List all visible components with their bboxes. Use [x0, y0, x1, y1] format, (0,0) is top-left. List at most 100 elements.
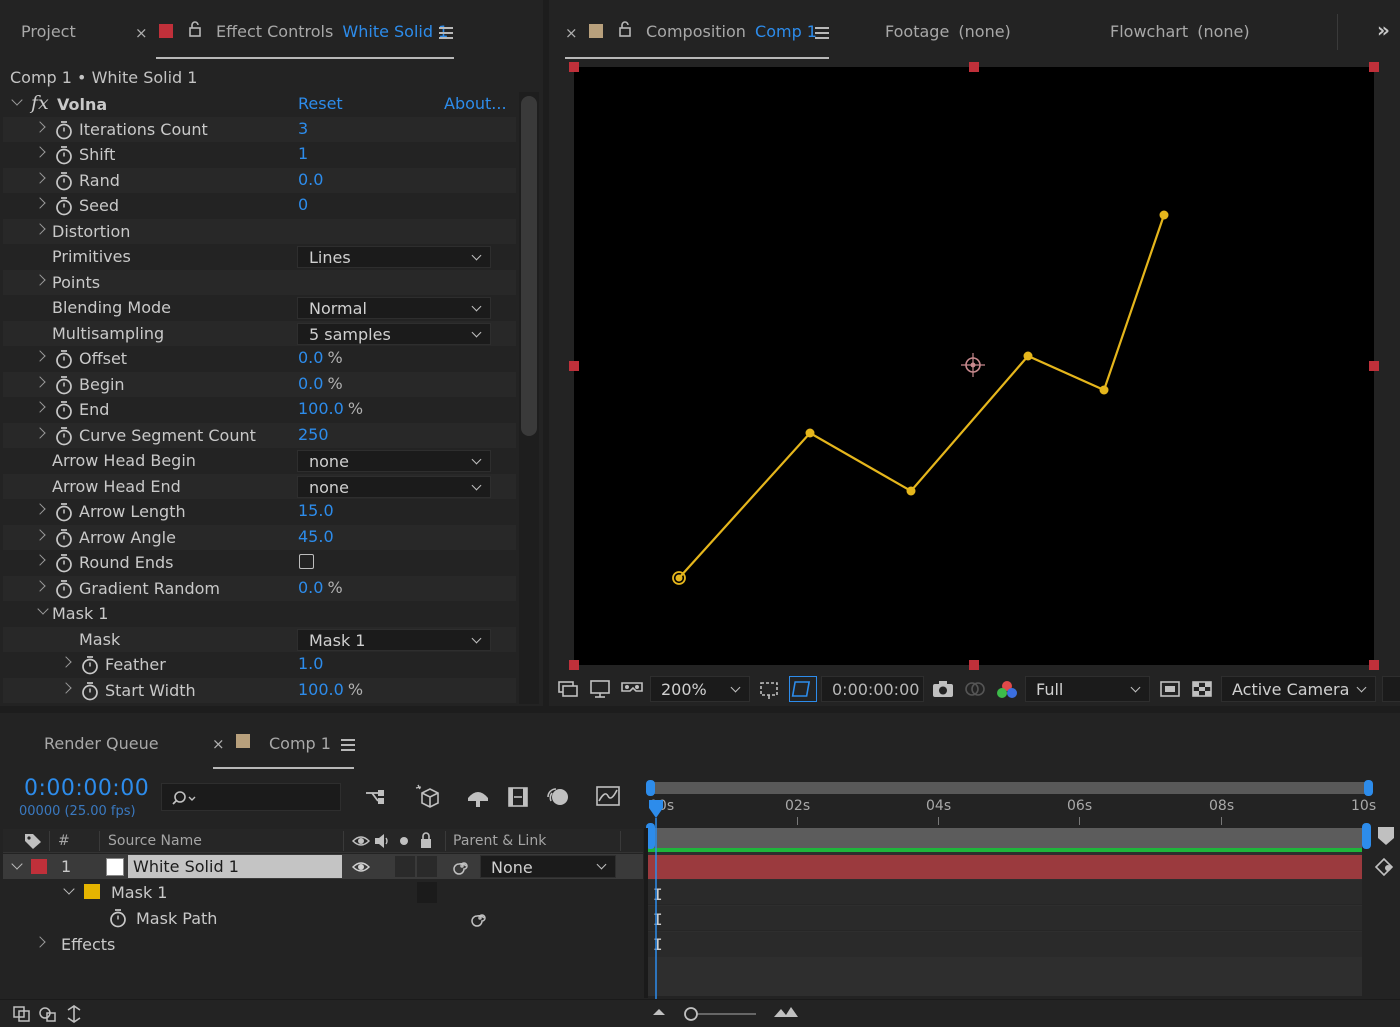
chevron-right-icon[interactable]	[34, 427, 46, 439]
comp-marker-bin-icon[interactable]	[1377, 826, 1395, 846]
chevron-right-icon[interactable]	[34, 401, 46, 413]
layer-row[interactable]: 1 White Solid 1 None	[3, 854, 643, 879]
composition-viewer[interactable]	[574, 67, 1374, 665]
camera-dropdown[interactable]: Active Camera	[1221, 676, 1376, 702]
solo-switch[interactable]	[395, 856, 415, 877]
chevron-right-icon[interactable]	[34, 146, 46, 158]
arrow-head-end-dropdown[interactable]: none	[297, 476, 491, 498]
grid-guides-icon[interactable]	[758, 680, 780, 700]
primitives-dropdown[interactable]: Lines	[297, 246, 491, 268]
chevron-down-icon[interactable]	[63, 883, 75, 895]
close-icon[interactable]: ×	[212, 735, 225, 753]
zoom-slider-thumb[interactable]	[683, 1006, 699, 1022]
layer-duration-bar[interactable]	[648, 855, 1362, 879]
chevron-right-icon[interactable]	[34, 197, 46, 209]
property-row-primitives[interactable]: Primitives Lines	[3, 244, 516, 269]
chevron-right-icon[interactable]	[34, 529, 46, 541]
property-group-mask-1[interactable]: Mask 1	[3, 601, 516, 626]
mask-visibility-toggle[interactable]	[789, 676, 817, 702]
parent-dropdown[interactable]: None	[480, 855, 616, 878]
chevron-down-icon[interactable]	[11, 94, 23, 106]
mask-name[interactable]: Mask 1	[111, 883, 167, 902]
zoom-dropdown[interactable]: 200%	[650, 676, 750, 702]
property-row-curve-segment-count[interactable]: Curve Segment Count 250	[3, 423, 516, 448]
chevron-right-icon[interactable]	[34, 580, 46, 592]
property-value[interactable]: 100.0%	[298, 680, 363, 699]
scrollbar-thumb[interactable]	[521, 96, 537, 436]
current-time-display[interactable]: 0:00:00:00	[24, 776, 149, 801]
mask-vertex[interactable]	[805, 428, 815, 438]
panel-menu-icon[interactable]	[341, 739, 355, 751]
work-area-end-handle[interactable]	[1364, 780, 1373, 796]
stopwatch-icon[interactable]	[55, 426, 73, 446]
current-time-display[interactable]: 0:00:00:00	[821, 676, 924, 702]
property-value[interactable]: 45.0	[298, 527, 334, 546]
stopwatch-icon[interactable]	[109, 908, 127, 928]
work-area-start-handle[interactable]	[646, 780, 655, 796]
tab-footage[interactable]: Footage (none)	[885, 22, 1011, 41]
property-row-round-ends[interactable]: Round Ends	[3, 550, 516, 575]
property-value[interactable]: 0.0%	[298, 374, 343, 393]
hide-shy-layers-icon[interactable]	[465, 786, 491, 808]
transparency-grid-icon[interactable]	[1191, 680, 1213, 698]
property-row-gradient-random[interactable]: Gradient Random 0.0%	[3, 576, 516, 601]
stopwatch-icon[interactable]	[55, 579, 73, 599]
close-icon[interactable]: ×	[135, 24, 148, 42]
panel-splitter[interactable]	[644, 828, 648, 998]
mask-vertex[interactable]	[1099, 385, 1109, 395]
multisampling-dropdown[interactable]: 5 samples	[297, 323, 491, 345]
chevron-down-icon[interactable]	[37, 603, 49, 615]
property-value[interactable]: 3	[298, 119, 308, 138]
views-dropdown[interactable]	[1382, 676, 1400, 702]
round-ends-checkbox[interactable]	[299, 554, 314, 569]
chevron-right-icon[interactable]	[34, 350, 46, 362]
mask-vertex[interactable]	[1159, 210, 1169, 220]
property-row-start-width[interactable]: Start Width 100.0%	[3, 678, 516, 703]
anchor-point-icon[interactable]	[961, 353, 985, 377]
lock-switch[interactable]	[417, 856, 437, 877]
effects-row[interactable]: Effects	[3, 932, 643, 957]
about-link[interactable]: About...	[444, 94, 507, 113]
property-row-arrow-length[interactable]: Arrow Length 15.0	[3, 499, 516, 524]
property-value[interactable]: 0.0%	[298, 578, 343, 597]
solo-icon[interactable]	[399, 836, 409, 846]
panel-menu-icon[interactable]	[815, 27, 829, 39]
audio-speaker-icon[interactable]	[373, 833, 391, 849]
chevron-right-icon[interactable]	[34, 121, 46, 133]
chevron-right-icon[interactable]	[34, 376, 46, 388]
stopwatch-icon[interactable]	[55, 400, 73, 420]
mask-label-color[interactable]	[84, 884, 100, 899]
value-number[interactable]: 0.0	[298, 348, 323, 367]
property-row-arrow-angle[interactable]: Arrow Angle 45.0	[3, 525, 516, 550]
keyframe-navigator-icon[interactable]	[1372, 856, 1398, 878]
chevron-right-icon[interactable]	[34, 223, 46, 235]
property-value[interactable]: 1.0	[298, 654, 323, 673]
property-group-distortion[interactable]: Distortion	[3, 219, 516, 244]
mask-vertex[interactable]	[1023, 351, 1033, 361]
video-eye-icon[interactable]	[352, 833, 370, 849]
layer-handle[interactable]	[969, 62, 979, 72]
label-tag-icon[interactable]	[23, 832, 43, 850]
layer-handle[interactable]	[1369, 361, 1379, 371]
work-area-bar[interactable]	[648, 782, 1370, 794]
tab-comp-1[interactable]: Comp 1	[269, 734, 331, 753]
region-of-interest-icon[interactable]	[1159, 680, 1181, 698]
stopwatch-icon[interactable]	[55, 171, 73, 191]
layer-handle[interactable]	[1369, 660, 1379, 670]
chevron-right-icon[interactable]	[34, 936, 46, 948]
stopwatch-icon[interactable]	[55, 196, 73, 216]
draft-3d-icon[interactable]	[414, 783, 442, 809]
work-area-end-marker[interactable]	[1362, 823, 1371, 849]
frame-blending-icon[interactable]	[506, 786, 530, 808]
layer-switches-toggle-icon[interactable]	[12, 1005, 32, 1023]
stopwatch-icon[interactable]	[55, 375, 73, 395]
stopwatch-icon[interactable]	[55, 502, 73, 522]
value-number[interactable]: 0.0	[298, 578, 323, 597]
layer-label-color[interactable]	[31, 859, 47, 874]
always-preview-icon[interactable]	[557, 680, 579, 698]
zoom-out-icon[interactable]	[651, 1007, 667, 1017]
close-icon[interactable]: ×	[565, 24, 578, 42]
vr-goggles-icon[interactable]	[620, 680, 646, 698]
mask-path-drawing[interactable]	[574, 67, 1374, 665]
layer-handle[interactable]	[569, 361, 579, 371]
